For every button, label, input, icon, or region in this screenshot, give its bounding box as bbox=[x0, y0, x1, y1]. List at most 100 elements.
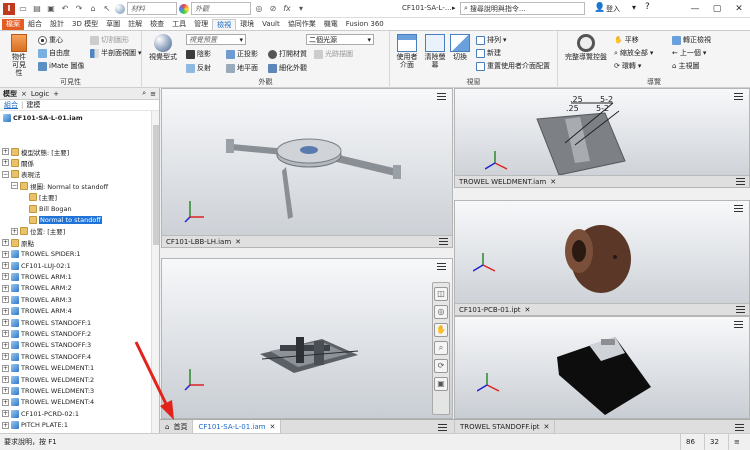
pan-button[interactable]: ✋ 平移 bbox=[614, 35, 639, 45]
tree-node[interactable]: − 表現法 bbox=[2, 169, 41, 180]
appearance-combo[interactable]: 外觀 bbox=[191, 2, 251, 15]
tree-node[interactable]: + TROWEL ARM:3 bbox=[2, 294, 72, 305]
expander-icon[interactable]: + bbox=[2, 376, 9, 383]
tree-node[interactable]: + TROWEL STANDOFF:4 bbox=[2, 351, 91, 362]
expander-icon[interactable]: + bbox=[2, 398, 9, 406]
tree-node[interactable]: [主要] bbox=[20, 192, 57, 203]
tree-node[interactable]: + TROWEL STANDOFF:2 bbox=[2, 328, 91, 339]
dropdown-icon[interactable]: ▾ bbox=[295, 3, 307, 15]
search-icon[interactable]: ⌕ bbox=[142, 89, 146, 98]
expander-icon[interactable]: − bbox=[11, 182, 18, 190]
expander-icon[interactable]: + bbox=[2, 284, 9, 292]
expander-icon[interactable]: + bbox=[2, 387, 9, 395]
expander-icon[interactable]: + bbox=[2, 239, 9, 247]
expander-icon[interactable]: + bbox=[2, 148, 9, 155]
tree-node[interactable]: + TROWEL ARM:2 bbox=[2, 283, 72, 294]
viewport-doc-tab[interactable]: CF101-LBB-LH.iam bbox=[166, 238, 231, 246]
imate-glyph-button[interactable]: iMate 圖像 bbox=[38, 61, 85, 71]
menu-icon[interactable] bbox=[736, 178, 745, 185]
subtab-assembly[interactable]: 組合 bbox=[4, 100, 18, 110]
arrange-button[interactable]: 排列 ▾ bbox=[476, 35, 507, 45]
visual-style-button[interactable]: 視覺型式 bbox=[148, 34, 178, 61]
reflections-button[interactable]: 反射 bbox=[186, 63, 211, 73]
material-combo[interactable]: 材料 bbox=[127, 2, 177, 15]
home-icon[interactable]: ⌂ bbox=[87, 3, 99, 15]
tree-node[interactable]: + TROWEL WELDMENT:2 bbox=[2, 374, 94, 385]
close-icon[interactable]: ✕ bbox=[544, 423, 550, 431]
tree-node[interactable]: + TROWEL WELDMENT:1 bbox=[2, 363, 94, 374]
adjust-icon[interactable]: ◎ bbox=[253, 3, 265, 15]
tree-node[interactable]: + PITCH PLATE:1 bbox=[2, 420, 68, 431]
lighting-combo[interactable]: 二個光源 ▾ bbox=[306, 34, 374, 45]
standoff-doc-tab[interactable]: TROWEL STANDOFF.ipt ✕ bbox=[454, 420, 556, 433]
expander-icon[interactable]: + bbox=[2, 296, 9, 304]
tab-12[interactable]: 協同作業 bbox=[284, 19, 320, 30]
orbit-icon[interactable]: ⟳ bbox=[434, 359, 448, 373]
viewport-right-3[interactable] bbox=[454, 316, 750, 419]
expander-icon[interactable]: + bbox=[2, 421, 9, 429]
redo-icon[interactable]: ↷ bbox=[73, 3, 85, 15]
tree-node[interactable]: + TROWEL STANDOFF:1 bbox=[2, 317, 91, 328]
zoom-all-button[interactable]: ⌕ 縮放全部 ▾ bbox=[614, 48, 653, 58]
tree-node[interactable]: + TROWEL ARM:1 bbox=[2, 271, 72, 282]
expander-icon[interactable]: + bbox=[2, 410, 9, 418]
view-cube-icon[interactable]: ◫ bbox=[434, 287, 448, 301]
maximize-icon[interactable]: ▢ bbox=[706, 0, 728, 18]
tree-node[interactable]: Normal to standoff bbox=[20, 214, 102, 225]
viewport-doc-tab[interactable]: CF101-PCB-01.ipt bbox=[459, 306, 521, 314]
ray-tracing-button[interactable]: 光跡描圖 bbox=[314, 49, 353, 59]
reset-ui-button[interactable]: 重置使用者介面配置 bbox=[476, 61, 550, 71]
close-icon[interactable]: ✕ bbox=[525, 306, 531, 314]
look-at-icon[interactable]: ▣ bbox=[434, 377, 448, 391]
orbit-button[interactable]: ⟳ 環轉 ▾ bbox=[614, 61, 641, 71]
browser-scroll-thumb[interactable] bbox=[153, 125, 159, 245]
tab-3[interactable]: 3D 模型 bbox=[68, 19, 102, 30]
active-doc-tab[interactable]: CF101-SA-L-01.iam ✕ bbox=[193, 420, 282, 433]
tab-10[interactable]: 環境 bbox=[236, 19, 258, 30]
expander-icon[interactable]: + bbox=[2, 307, 9, 315]
tab-1[interactable]: 組合 bbox=[24, 19, 46, 30]
tree-node[interactable]: + 位置: [主要] bbox=[11, 226, 65, 237]
tree-root[interactable]: CF101-SA-L-01.iam bbox=[3, 112, 83, 123]
user-interface-button[interactable]: 使用者介面 bbox=[394, 34, 420, 69]
viewport-doc-tab[interactable]: TROWEL WELDMENT.iam bbox=[459, 178, 546, 186]
tree-node[interactable]: + TROWEL STANDOFF:3 bbox=[2, 340, 91, 351]
undo-icon[interactable]: ↶ bbox=[59, 3, 71, 15]
menu-icon[interactable] bbox=[439, 238, 448, 245]
tab-6[interactable]: 檢查 bbox=[146, 19, 168, 30]
expander-icon[interactable]: + bbox=[2, 364, 9, 372]
browser-tab-model[interactable]: 模型 bbox=[3, 89, 17, 99]
minimize-icon[interactable]: — bbox=[684, 0, 706, 18]
pan-icon[interactable]: ✋ bbox=[434, 323, 448, 337]
clean-screen-button[interactable]: 清除螢幕 bbox=[422, 34, 448, 69]
menu-icon[interactable] bbox=[735, 424, 744, 431]
expander-icon[interactable]: + bbox=[2, 159, 9, 167]
look-at-button[interactable]: 轉正檢視 bbox=[672, 35, 711, 45]
close-icon[interactable]: ✕ bbox=[550, 178, 556, 186]
tree-node[interactable]: + 模型狀態: [主要] bbox=[2, 146, 69, 157]
help-search-input[interactable]: ⌕ 搜尋說明與指令... bbox=[460, 2, 585, 15]
tree-node[interactable]: Bill Bogan bbox=[20, 203, 72, 214]
tree-node[interactable]: + 原點 bbox=[2, 237, 34, 248]
tab-2[interactable]: 設計 bbox=[46, 19, 68, 30]
expander-icon[interactable]: + bbox=[2, 262, 9, 269]
formula-icon[interactable]: fx bbox=[281, 3, 293, 15]
orthographic-button[interactable]: 正投影 bbox=[226, 49, 258, 59]
shadows-button[interactable]: 陰影 bbox=[186, 49, 211, 59]
tree-node[interactable]: + CF101-LUJ-02:1 bbox=[2, 260, 71, 271]
zoom-icon[interactable]: ⌕ bbox=[434, 341, 448, 355]
tree-node[interactable]: + TROWEL ARM:4 bbox=[2, 306, 72, 317]
user-icon[interactable]: 👤 bbox=[594, 3, 605, 13]
center-of-gravity-button[interactable]: 重心 bbox=[38, 35, 63, 45]
tab-8[interactable]: 管理 bbox=[190, 19, 212, 30]
switch-button[interactable]: 切換 bbox=[448, 34, 472, 61]
section-shape-button[interactable]: 切割圖形 bbox=[90, 35, 129, 45]
close-icon[interactable]: × bbox=[21, 90, 27, 98]
tree-node[interactable]: + 關係 bbox=[2, 157, 34, 168]
ground-plane-button[interactable]: 地平面 bbox=[226, 63, 258, 73]
expander-icon[interactable]: + bbox=[2, 353, 9, 361]
tab-9[interactable]: 檢視 bbox=[212, 19, 237, 30]
object-visibility-button[interactable]: 物件可見性 bbox=[6, 34, 32, 77]
new-window-button[interactable]: 新建 bbox=[476, 48, 501, 58]
tab-11[interactable]: Vault bbox=[258, 19, 284, 30]
